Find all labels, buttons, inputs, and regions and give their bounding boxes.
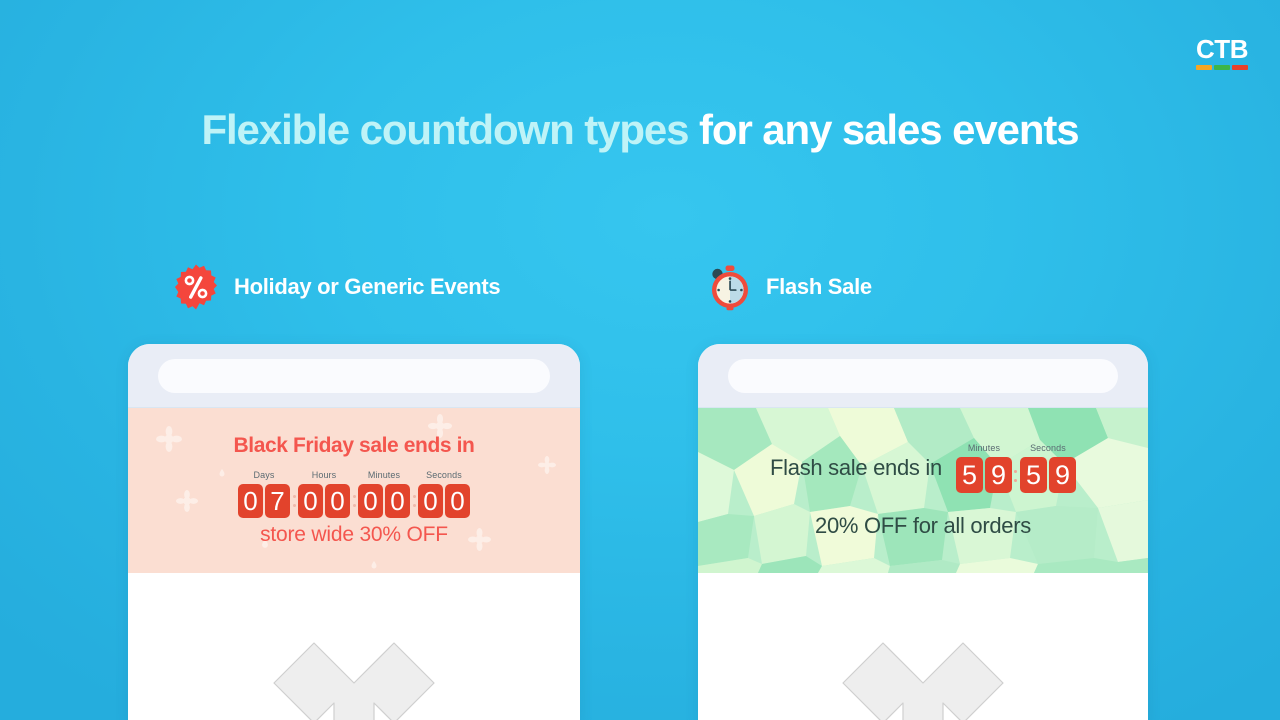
- product-image-placeholder: [698, 573, 1148, 720]
- countdown-unit-seconds: Seconds 5 9: [1019, 442, 1076, 493]
- countdown-separator: [1012, 459, 1020, 493]
- countdown-digit: 0: [238, 484, 263, 518]
- page-canvas: CTB Flexible countdown types for any sal…: [0, 0, 1280, 720]
- column-header: Flash Sale: [698, 258, 1148, 316]
- banner-title: Black Friday sale ends in: [233, 434, 475, 457]
- countdown-label: Hours: [311, 470, 337, 480]
- browser-mockup-flash: Flash sale ends in Minutes 5 9 Seconds 5…: [698, 344, 1148, 720]
- countdown-unit-hours: Hours 0 0: [298, 469, 350, 518]
- countdown-digit: 5: [1019, 457, 1047, 493]
- countdown-separator: [350, 484, 358, 518]
- product-image-placeholder: [128, 573, 580, 720]
- countdown-label: Seconds: [1030, 443, 1066, 453]
- countdown-banner-holiday: Black Friday sale ends in Days 0 7 Hours: [128, 408, 580, 573]
- percent-badge-icon: [172, 263, 220, 311]
- countdown-label: Seconds: [426, 470, 462, 480]
- countdown-digits: 0 0: [418, 484, 470, 518]
- countdown-label: Minutes: [367, 470, 401, 480]
- column-title: Flash Sale: [766, 274, 872, 299]
- countdown-digits: 0 0: [298, 484, 350, 518]
- logo-wordmark: CTB: [1196, 34, 1248, 64]
- countdown-separator: [410, 484, 418, 518]
- address-bar[interactable]: [728, 358, 1118, 393]
- logo-bar-red: [1232, 65, 1248, 70]
- column-flash-sale: Flash Sale Flash sale ends in Minutes 5 …: [698, 258, 1148, 720]
- countdown-digit: 5: [955, 457, 983, 493]
- countdown-unit-days: Days 0 7: [238, 469, 290, 518]
- countdown-label: Days: [253, 470, 275, 480]
- countdown-digit: 0: [418, 484, 443, 518]
- banner-subtitle: store wide 30% OFF: [260, 523, 448, 546]
- countdown-digit: 9: [984, 457, 1012, 493]
- page-title: Flexible countdown types for any sales e…: [0, 104, 1280, 156]
- flash-countdown-row: Flash sale ends in Minutes 5 9 Seconds 5…: [770, 442, 1076, 493]
- column-holiday-events: Holiday or Generic Events Black Friday s…: [128, 258, 580, 720]
- ctb-logo: CTB: [1196, 36, 1248, 70]
- browser-mockup-holiday: Black Friday sale ends in Days 0 7 Hours: [128, 344, 580, 720]
- countdown-digit: 0: [358, 484, 383, 518]
- countdown-digits: 5 9: [1019, 457, 1076, 493]
- page-title-highlight: Flexible countdown types: [201, 106, 689, 153]
- countdown-unit-minutes: Minutes 0 0: [358, 469, 410, 518]
- logo-color-bars: [1196, 65, 1248, 70]
- browser-chrome: [698, 344, 1148, 408]
- countdown-digit: 0: [385, 484, 410, 518]
- banner-title: Flash sale ends in: [770, 454, 942, 480]
- stopwatch-icon: [706, 263, 752, 311]
- column-title: Holiday or Generic Events: [234, 274, 501, 299]
- logo-bar-green: [1214, 65, 1230, 70]
- browser-chrome: [128, 344, 580, 408]
- banner-subtitle: 20% OFF for all orders: [815, 513, 1031, 538]
- countdown-digits: 5 9: [955, 457, 1012, 493]
- countdown-label: Minutes: [967, 443, 1001, 453]
- countdown-unit-minutes: Minutes 5 9: [955, 442, 1012, 493]
- countdown-banner-flash: Flash sale ends in Minutes 5 9 Seconds 5…: [698, 408, 1148, 573]
- page-title-rest: for any sales events: [688, 106, 1080, 153]
- countdown-timer: Minutes 5 9 Seconds 5 9: [955, 442, 1076, 493]
- countdown-timer: Days 0 7 Hours 0 0 Minutes 0 0 Seconds 0…: [238, 469, 470, 518]
- countdown-digit: 7: [265, 484, 290, 518]
- address-bar[interactable]: [158, 358, 550, 393]
- countdown-digit: 9: [1048, 457, 1076, 493]
- countdown-separator: [290, 484, 298, 518]
- countdown-digits: 0 0: [358, 484, 410, 518]
- countdown-digit: 0: [298, 484, 323, 518]
- column-header: Holiday or Generic Events: [128, 258, 580, 316]
- countdown-digit: 0: [445, 484, 470, 518]
- countdown-unit-seconds: Seconds 0 0: [418, 469, 470, 518]
- countdown-digits: 0 7: [238, 484, 290, 518]
- countdown-digit: 0: [325, 484, 350, 518]
- logo-bar-orange: [1196, 65, 1212, 70]
